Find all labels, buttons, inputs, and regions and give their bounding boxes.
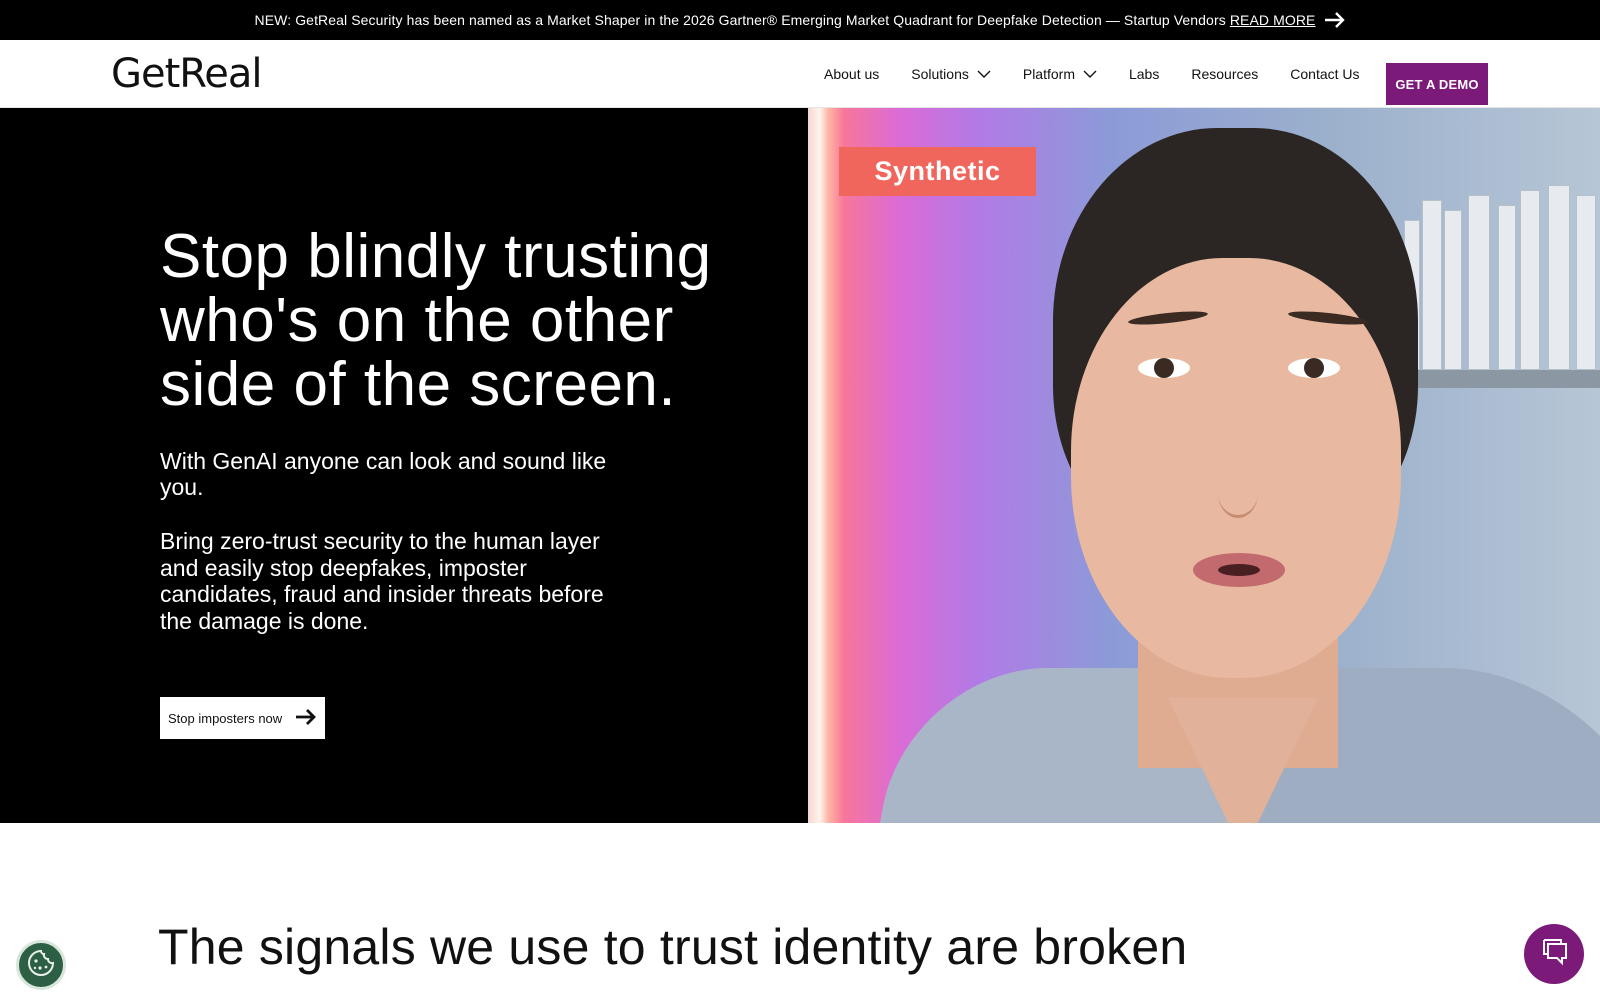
hero-subtitle: With GenAI anyone can look and sound lik…	[160, 448, 607, 500]
nav-resources[interactable]: Resources	[1191, 66, 1258, 82]
hero-image: Synthetic	[808, 108, 1600, 823]
book	[1520, 190, 1540, 370]
getreal-logo[interactable]: GetReal	[111, 54, 263, 94]
arrow-right-icon	[295, 708, 317, 729]
announcement-text: NEW: GetReal Security has been named as …	[254, 12, 1226, 28]
synthetic-tag: Synthetic	[839, 147, 1036, 196]
main-nav: About us Solutions Platform Labs Resourc…	[824, 40, 1392, 108]
hero-title: Stop blindly trusting who's on the other…	[160, 222, 712, 419]
bookshelf	[1388, 370, 1600, 388]
person-eye	[1138, 358, 1190, 378]
cta-label: Stop imposters now	[168, 710, 283, 726]
read-more-link[interactable]: READ MORE	[1230, 12, 1316, 28]
person-mouth-inner	[1218, 564, 1260, 576]
book	[1576, 195, 1596, 370]
cookie-icon	[26, 948, 56, 983]
nav-label: Platform	[1022, 66, 1075, 82]
stop-imposters-button[interactable]: Stop imposters now	[160, 697, 325, 739]
nav-label: Labs	[1128, 66, 1160, 82]
book	[1444, 210, 1462, 370]
book	[1498, 205, 1516, 370]
nav-label: Solutions	[911, 66, 969, 82]
chat-button[interactable]	[1524, 924, 1584, 984]
chevron-down-icon	[1083, 70, 1097, 78]
nav-platform[interactable]: Platform	[1023, 66, 1097, 82]
nav-solutions[interactable]: Solutions	[911, 66, 991, 82]
book	[1422, 200, 1442, 370]
nav-label: Resources	[1191, 66, 1259, 82]
cookie-settings-button[interactable]	[16, 940, 66, 990]
nav-label: Contact Us	[1290, 66, 1360, 82]
book	[1468, 195, 1490, 370]
nav-about-us[interactable]: About us	[824, 66, 879, 82]
chevron-down-icon	[977, 70, 991, 78]
announcement-bar: NEW: GetReal Security has been named as …	[0, 0, 1600, 40]
section-title: The signals we use to trust identity are…	[158, 919, 1188, 975]
chat-icon	[1539, 938, 1569, 971]
get-a-demo-button[interactable]: GET A DEMO	[1386, 63, 1488, 105]
arrow-right-icon[interactable]	[1324, 12, 1346, 28]
hero-body: Bring zero-trust security to the human l…	[160, 528, 604, 634]
nav-label: About us	[824, 66, 880, 82]
person-nose	[1218, 468, 1258, 518]
nav-contact-us[interactable]: Contact Us	[1290, 66, 1359, 82]
site-header: GetReal About us Solutions Platform Labs…	[0, 40, 1600, 108]
hero-section: Stop blindly trusting who's on the other…	[0, 108, 808, 823]
book	[1548, 185, 1570, 370]
person-eye	[1288, 358, 1340, 378]
nav-labs[interactable]: Labs	[1129, 66, 1159, 82]
